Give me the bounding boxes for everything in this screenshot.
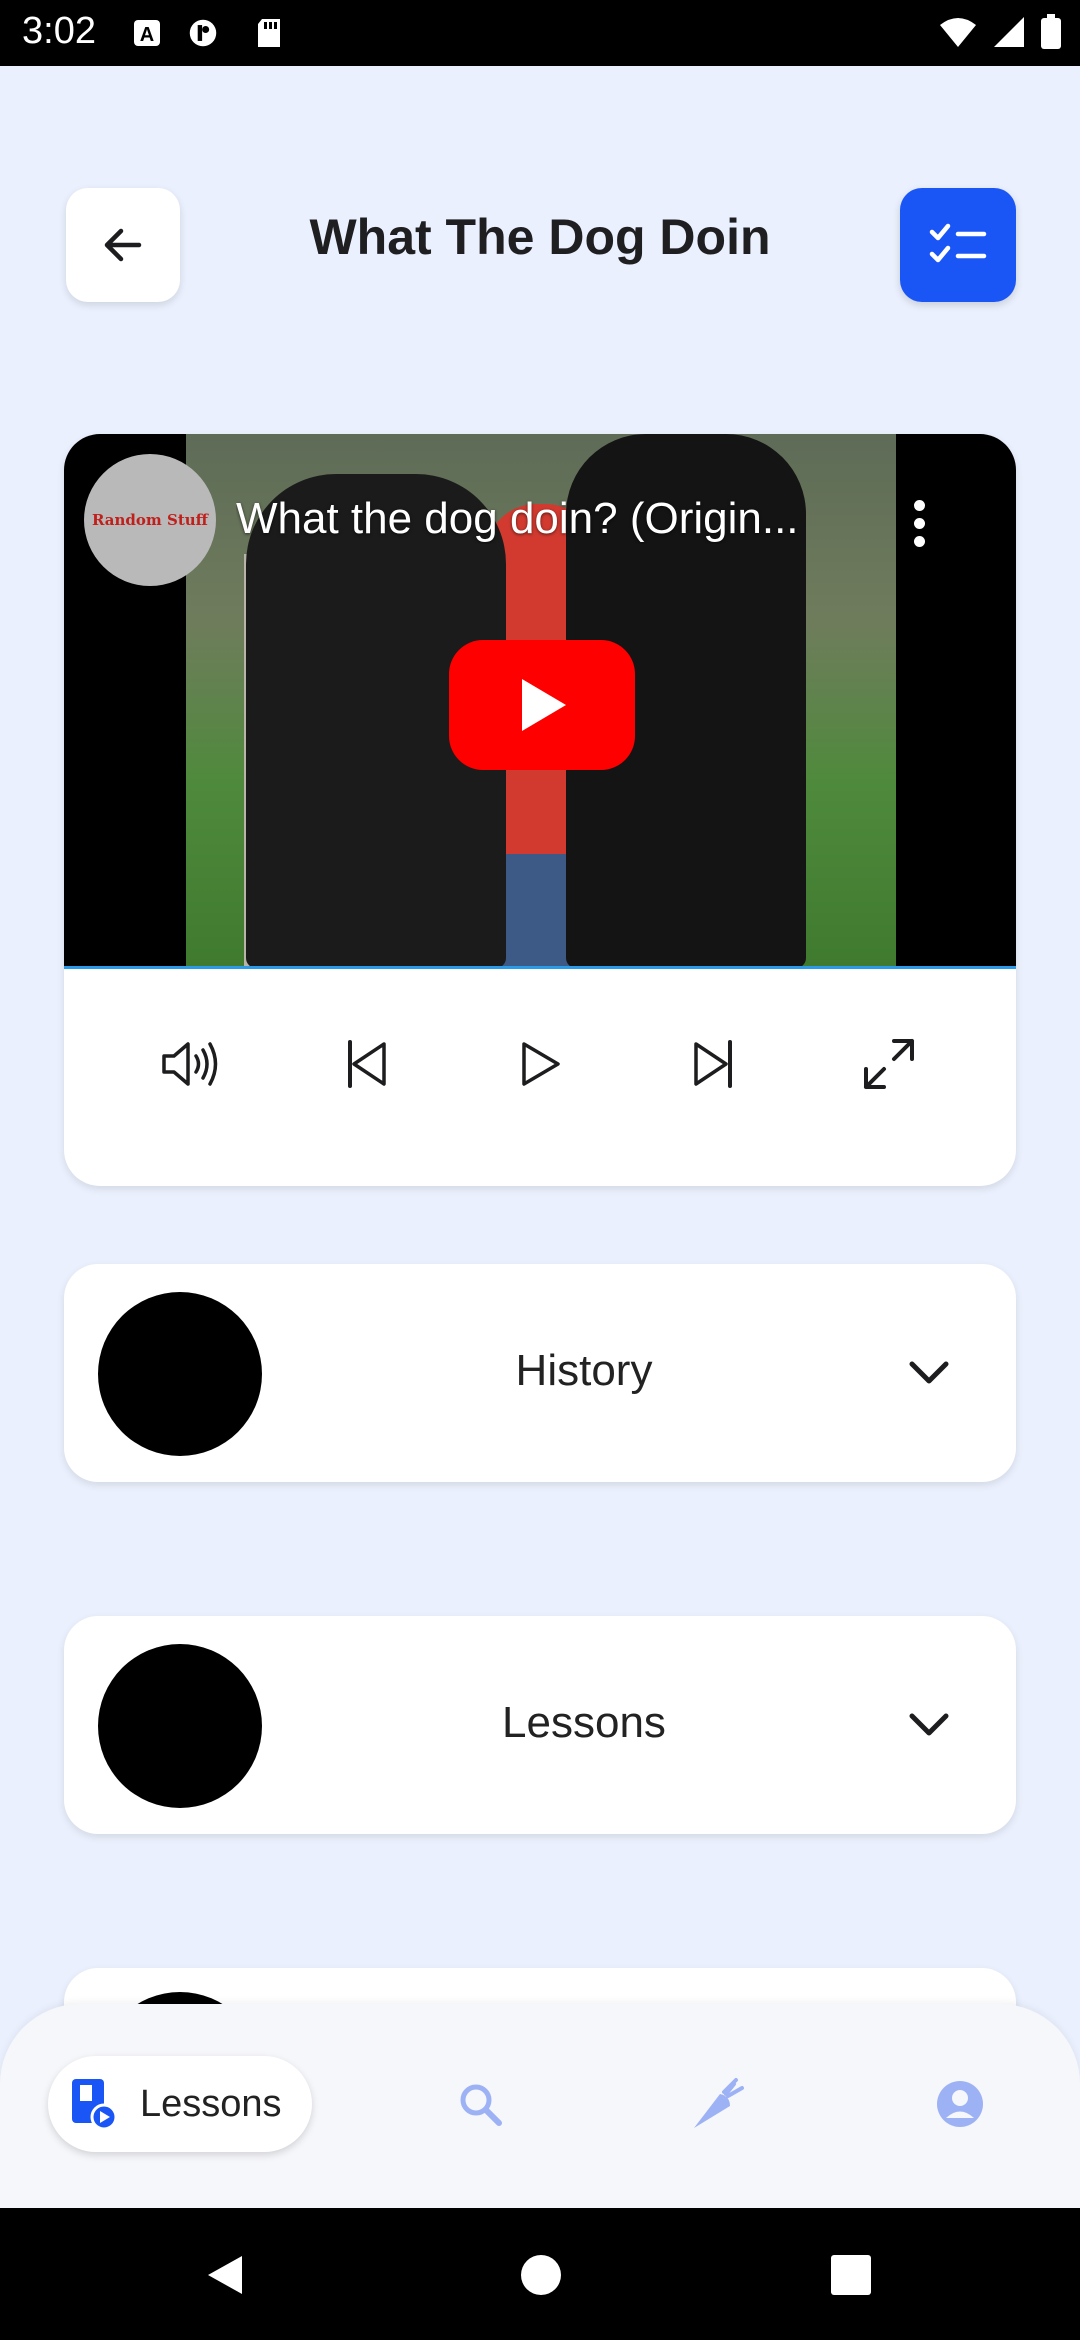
fullscreen-icon <box>863 1039 914 1089</box>
chevron-down-icon[interactable] <box>902 1346 956 1400</box>
section-image <box>98 1644 262 1808</box>
notification-p-icon <box>189 19 217 47</box>
status-bar: 3:02 A <box>0 0 1080 66</box>
player-controls <box>64 994 1016 1134</box>
bottom-navigation: Lessons <box>0 2004 1080 2208</box>
volume-icon <box>162 1042 218 1086</box>
fullscreen-button[interactable] <box>851 1026 927 1102</box>
section-image <box>98 1292 262 1456</box>
skip-next-icon <box>694 1040 733 1088</box>
lessons-icon <box>72 2079 118 2131</box>
play-triangle-icon <box>522 679 566 731</box>
nav-item-profile[interactable] <box>932 2076 988 2132</box>
profile-icon <box>937 2081 983 2127</box>
video-frame[interactable]: Random Stuff What the dog doin? (Origin.… <box>64 434 1016 968</box>
section-label: Lessons <box>502 1698 666 1747</box>
video-title[interactable]: What the dog doin? (Origin... <box>236 494 936 544</box>
status-time: 3:02 <box>22 10 96 52</box>
lessons-section[interactable]: Lessons <box>64 1616 1016 1834</box>
wifi-icon <box>940 18 976 47</box>
search-icon <box>460 2084 502 2126</box>
section-label: History <box>515 1346 653 1395</box>
volume-button[interactable] <box>153 1026 229 1102</box>
more-options-icon[interactable] <box>914 500 926 548</box>
youtube-play-button[interactable] <box>449 640 635 770</box>
history-section[interactable]: History <box>64 1264 1016 1482</box>
back-button[interactable] <box>66 188 180 302</box>
system-navigation-bar <box>0 2208 1080 2340</box>
nav-item-food[interactable] <box>690 2076 746 2132</box>
checklist-button[interactable] <box>900 188 1016 302</box>
checklist-icon <box>929 223 987 263</box>
battery-icon <box>1041 14 1061 49</box>
play-button[interactable] <box>502 1026 578 1102</box>
arrow-left-icon <box>104 228 142 262</box>
signal-icon <box>994 17 1024 47</box>
chevron-down-icon[interactable] <box>902 1698 956 1752</box>
nav-active-label: Lessons <box>140 2082 282 2125</box>
page-title: What The Dog Doin <box>309 209 771 265</box>
video-player-card: Random Stuff What the dog doin? (Origin.… <box>64 434 1016 1186</box>
nav-item-search[interactable] <box>452 2076 508 2132</box>
skip-next-button[interactable] <box>676 1026 752 1102</box>
nav-item-lessons[interactable]: Lessons <box>48 2056 312 2152</box>
svg-text:A: A <box>140 24 154 46</box>
notification-a-icon: A <box>134 20 160 46</box>
carrot-icon <box>694 2078 744 2128</box>
system-recents-icon[interactable] <box>828 2252 874 2298</box>
skip-previous-icon <box>347 1040 386 1088</box>
system-home-icon[interactable] <box>518 2252 564 2298</box>
system-back-icon[interactable] <box>202 2252 248 2298</box>
sd-card-icon <box>258 19 280 47</box>
skip-previous-button[interactable] <box>328 1026 404 1102</box>
play-icon <box>522 1042 560 1086</box>
channel-avatar[interactable]: Random Stuff <box>84 454 216 586</box>
video-progress-bar[interactable] <box>64 966 1016 969</box>
